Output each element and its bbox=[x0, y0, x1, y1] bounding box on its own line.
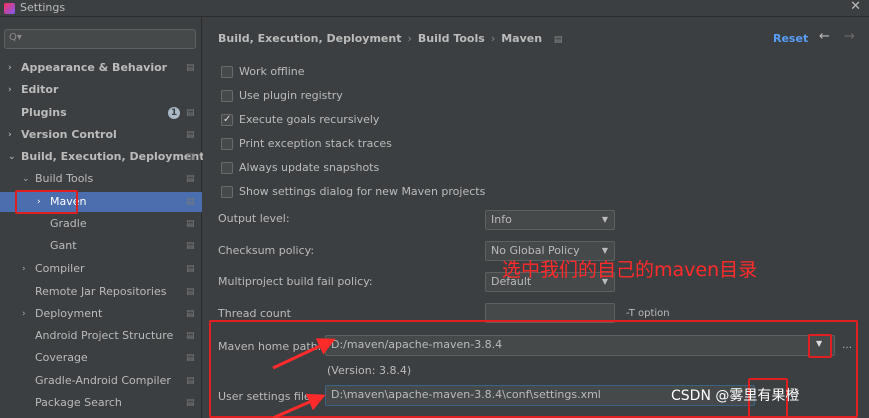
title-bar: Settings ✕ bbox=[0, 0, 869, 17]
chevron-right-icon: › bbox=[22, 264, 26, 274]
intellij-app-icon bbox=[4, 3, 15, 14]
sidebar-item-editor[interactable]: › Editor bbox=[0, 80, 202, 100]
chevron-right-icon: › bbox=[8, 63, 12, 73]
sidebar-item-android-project-structure[interactable]: Android Project Structure ▤ bbox=[0, 326, 202, 346]
sidebar-item-compiler[interactable]: › Compiler ▤ bbox=[0, 259, 202, 279]
project-settings-icon: ▤ bbox=[186, 130, 195, 140]
sidebar-item-label: Editor bbox=[21, 83, 59, 96]
sidebar-item-label: Remote Jar Repositories bbox=[35, 285, 167, 298]
sidebar-item-label: Gradle bbox=[50, 217, 87, 230]
sidebar-item-label: Android Project Structure bbox=[35, 329, 174, 342]
annotation-text: 选中我们的自己的maven目录 bbox=[502, 259, 758, 281]
chevron-right-icon: › bbox=[8, 130, 12, 140]
sidebar-item-build-tools[interactable]: ⌄ Build Tools ▤ bbox=[0, 169, 202, 189]
project-settings-icon: ▤ bbox=[186, 197, 195, 207]
project-settings-icon: ▤ bbox=[186, 219, 195, 229]
sidebar-item-label: Version Control bbox=[21, 128, 117, 141]
chevron-down-icon: ⌄ bbox=[8, 152, 16, 162]
project-settings-icon: ▤ bbox=[186, 152, 195, 162]
sidebar-item-label: Compiler bbox=[35, 262, 85, 275]
project-settings-icon: ▤ bbox=[186, 287, 195, 297]
window-title: Settings bbox=[20, 1, 66, 14]
annotation-arrows bbox=[272, 338, 336, 418]
sidebar-item-label: Gradle-Android Compiler bbox=[35, 374, 171, 387]
sidebar-item-label: Coverage bbox=[35, 351, 88, 364]
sidebar-item-version-control[interactable]: › Version Control ▤ bbox=[0, 125, 202, 145]
search-icon: Q▾ bbox=[9, 32, 22, 43]
project-settings-icon: ▤ bbox=[186, 309, 195, 319]
csdn-watermark: CSDN @雾里有果橙 bbox=[671, 388, 800, 404]
update-count-badge: 1 bbox=[168, 107, 180, 119]
chevron-right-icon: › bbox=[8, 85, 12, 95]
sidebar-item-build-execution-deployment[interactable]: ⌄ Build, Execution, Deployment ▤ bbox=[0, 147, 205, 167]
sidebar-item-plugins[interactable]: Plugins 1 ▤ bbox=[0, 103, 202, 123]
arrow-to-maven-home bbox=[272, 338, 336, 370]
sidebar-item-label: Package Search bbox=[35, 396, 122, 409]
project-settings-icon: ▤ bbox=[186, 264, 195, 274]
project-settings-icon: ▤ bbox=[186, 63, 195, 73]
project-settings-icon: ▤ bbox=[186, 241, 195, 251]
maven-highlight-box bbox=[15, 190, 78, 214]
project-settings-icon: ▤ bbox=[186, 108, 195, 118]
sidebar-item-appearance-behavior[interactable]: › Appearance & Behavior ▤ bbox=[0, 58, 202, 78]
project-settings-icon: ▤ bbox=[186, 376, 195, 386]
sidebar-item-gradle[interactable]: Gradle ▤ bbox=[0, 214, 202, 234]
chevron-right-icon: › bbox=[22, 309, 26, 319]
sidebar-item-label: Build, Execution, Deployment bbox=[21, 150, 205, 163]
settings-search-input[interactable]: Q▾ bbox=[4, 29, 196, 49]
sidebar-item-deployment[interactable]: › Deployment ▤ bbox=[0, 304, 202, 324]
close-icon[interactable]: ✕ bbox=[850, 0, 861, 14]
project-settings-icon: ▤ bbox=[186, 331, 195, 341]
arrow-to-user-settings bbox=[272, 393, 326, 418]
sidebar-item-label: Build Tools bbox=[35, 172, 94, 185]
project-settings-icon: ▤ bbox=[186, 353, 195, 363]
maven-settings-panel: Build, Execution, Deployment › Build Tools… bbox=[203, 18, 869, 418]
sidebar-item-remote-jar-repositories[interactable]: Remote Jar Repositories ▤ bbox=[0, 282, 202, 302]
sidebar-item-coverage[interactable]: Coverage ▤ bbox=[0, 348, 202, 368]
sidebar-item-gradle-android-compiler[interactable]: Gradle-Android Compiler ▤ bbox=[0, 371, 202, 391]
sidebar-item-gant[interactable]: Gant ▤ bbox=[0, 236, 202, 256]
chevron-down-icon: ⌄ bbox=[22, 174, 30, 184]
sidebar-item-package-search[interactable]: Package Search ▤ bbox=[0, 393, 202, 413]
project-settings-icon: ▤ bbox=[186, 174, 195, 184]
sidebar-item-label: Plugins bbox=[21, 106, 67, 119]
settings-sidebar: Q▾ › Appearance & Behavior ▤ › Editor Pl… bbox=[0, 18, 205, 418]
sidebar-item-label: Gant bbox=[50, 239, 77, 252]
project-settings-icon: ▤ bbox=[186, 398, 195, 408]
sidebar-item-label: Appearance & Behavior bbox=[21, 61, 168, 74]
sidebar-item-label: Deployment bbox=[35, 307, 103, 320]
